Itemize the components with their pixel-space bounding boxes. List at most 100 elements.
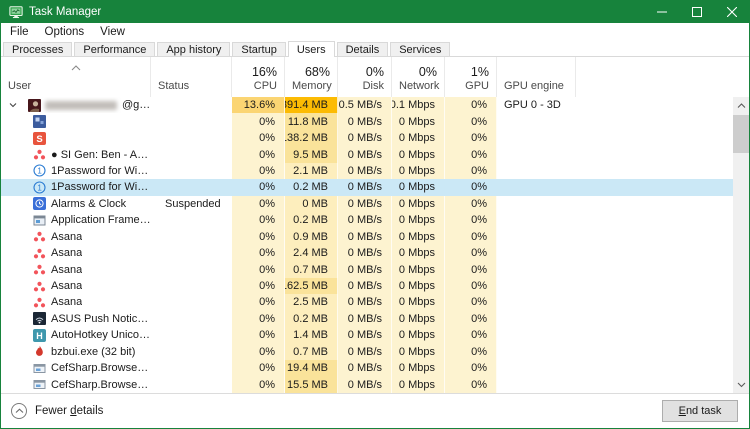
cell-memory: 0 MB: [285, 196, 338, 212]
menu-item-options[interactable]: Options: [37, 23, 93, 41]
table-row[interactable]: 11Password for Windows de...0%0.2 MB0 MB…: [1, 179, 733, 195]
minimize-icon[interactable]: [644, 1, 679, 23]
table-row[interactable]: ASUS Push Notice Server (...0%0.2 MB0 MB…: [1, 311, 733, 327]
table-row[interactable]: Alarms & ClockSuspended0%0 MB0 MB/s0 Mbp…: [1, 196, 733, 212]
cell-network: 0 Mbps: [392, 146, 445, 162]
cell-gpu-engine: [497, 179, 576, 195]
close-icon[interactable]: [714, 1, 749, 23]
cell-filler: [576, 163, 733, 179]
column-header-disk[interactable]: 0%Disk: [338, 57, 392, 97]
column-header-gpu[interactable]: 1%GPU: [445, 57, 497, 97]
cell-memory: 19.4 MB: [285, 360, 338, 376]
cell-filler: [576, 278, 733, 294]
column-label-gpu: GPU: [452, 80, 489, 93]
cell-gpu-engine: [497, 229, 576, 245]
cell-filler: [576, 245, 733, 261]
tab-processes[interactable]: Processes: [3, 42, 72, 56]
tab-services[interactable]: Services: [390, 42, 450, 56]
column-header-cpu[interactable]: 16%CPU: [232, 57, 285, 97]
cell-cpu: 0%: [232, 311, 285, 327]
table-row[interactable]: CefSharp.BrowserSubproc...0%19.4 MB0 MB/…: [1, 360, 733, 376]
cell-cpu: 0%: [232, 261, 285, 277]
cell-status: [151, 344, 232, 360]
tab-performance[interactable]: Performance: [74, 42, 155, 56]
cell-memory: 1.4 MB: [285, 327, 338, 343]
table-row[interactable]: 11Password for Windows de...0%2.1 MB0 MB…: [1, 163, 733, 179]
column-label-user: User: [8, 80, 143, 93]
table-row[interactable]: Asana0%2.5 MB0 MB/s0 Mbps0%: [1, 294, 733, 310]
tab-details[interactable]: Details: [337, 42, 389, 56]
onepassword-icon: 1: [33, 181, 46, 194]
maximize-icon[interactable]: [679, 1, 714, 23]
header-scrollbar-space: [733, 57, 749, 97]
autohotkey-icon: H: [33, 329, 46, 342]
table-row[interactable]: bzbui.exe (32 bit)0%0.7 MB0 MB/s0 Mbps0%: [1, 344, 733, 360]
table-row[interactable]: CefSharp.BrowserSubproc...0%15.5 MB0 MB/…: [1, 376, 733, 392]
cell-gpu: 0%: [445, 294, 497, 310]
tab-startup[interactable]: Startup: [232, 42, 285, 56]
table-row[interactable]: Asana0%2.4 MB0 MB/s0 Mbps0%: [1, 245, 733, 261]
cell-memory: 0.9 MB: [285, 229, 338, 245]
process-name: @gmail.com (...: [122, 99, 151, 111]
cell-memory: 0.2 MB: [285, 311, 338, 327]
tab-bar: ProcessesPerformanceApp historyStartupUs…: [1, 41, 749, 57]
end-task-button[interactable]: End task: [662, 400, 738, 422]
cell-network: 0 Mbps: [392, 179, 445, 195]
sort-ascending-icon: [70, 59, 82, 67]
vertical-scrollbar[interactable]: [733, 97, 749, 393]
cell-cpu: 0%: [232, 163, 285, 179]
cell-user: CefSharp.BrowserSubproc...: [1, 360, 151, 376]
cell-cpu: 0%: [232, 229, 285, 245]
column-header-status[interactable]: Status: [151, 57, 232, 97]
scrollbar-thumb[interactable]: [733, 115, 749, 153]
cell-user: ● SI Gen: Ben - Asana: [1, 146, 151, 162]
cell-gpu-engine: [497, 146, 576, 162]
process-name: Application Frame Host: [51, 214, 151, 226]
column-header-user[interactable]: User: [1, 57, 151, 97]
cell-memory: 0.7 MB: [285, 261, 338, 277]
column-header-memory[interactable]: 68%Memory: [285, 57, 338, 97]
cell-filler: [576, 196, 733, 212]
asana-icon: [33, 148, 46, 161]
cell-network: 0 Mbps: [392, 261, 445, 277]
fewer-details-button[interactable]: Fewer details: [11, 403, 103, 419]
table-row[interactable]: Asana0%0.7 MB0 MB/s0 Mbps0%: [1, 261, 733, 277]
chevron-down-icon[interactable]: [6, 98, 20, 112]
column-header-network[interactable]: 0%Network: [392, 57, 445, 97]
cell-user: ASUS Push Notice Server (...: [1, 311, 151, 327]
scroll-up-icon[interactable]: [733, 97, 749, 114]
cell-status: [151, 278, 232, 294]
cell-disk: 0 MB/s: [338, 146, 392, 162]
table-row[interactable]: S0%138.2 MB0 MB/s0 Mbps0%: [1, 130, 733, 146]
column-header-gpu_engine[interactable]: GPU engine: [497, 57, 576, 97]
table-row[interactable]: Application Frame Host0%0.2 MB0 MB/s0 Mb…: [1, 212, 733, 228]
cell-filler: [576, 97, 733, 113]
table-row[interactable]: @gmail.com (...13.6%4,391.4 MB0.5 MB/s0.…: [1, 97, 733, 113]
cell-user: Asana: [1, 229, 151, 245]
table-row[interactable]: HAutoHotkey Unicode 64-bit0%1.4 MB0 MB/s…: [1, 327, 733, 343]
cell-network: 0 Mbps: [392, 196, 445, 212]
cell-gpu: 0%: [445, 344, 497, 360]
title-bar: Task Manager: [1, 1, 749, 23]
table-row[interactable]: Asana0%0.9 MB0 MB/s0 Mbps0%: [1, 229, 733, 245]
tab-users[interactable]: Users: [288, 41, 335, 57]
cell-gpu-engine: [497, 163, 576, 179]
cell-disk: 0 MB/s: [338, 196, 392, 212]
process-name: AutoHotkey Unicode 64-bit: [51, 329, 151, 341]
menu-item-view[interactable]: View: [92, 23, 133, 41]
fewer-details-label: Fewer details: [35, 405, 103, 417]
blue-app-icon: [33, 115, 46, 128]
table-row[interactable]: Asana0%162.5 MB0 MB/s0 Mbps0%: [1, 278, 733, 294]
scroll-down-icon[interactable]: [733, 376, 749, 393]
table-row[interactable]: 0%11.8 MB0 MB/s0 Mbps0%: [1, 113, 733, 129]
column-label-status: Status: [158, 80, 224, 93]
cell-gpu-engine: [497, 196, 576, 212]
tab-app-history[interactable]: App history: [157, 42, 230, 56]
cell-disk: 0 MB/s: [338, 278, 392, 294]
cell-network: 0 Mbps: [392, 327, 445, 343]
menu-item-file[interactable]: File: [2, 23, 37, 41]
cell-network: 0 Mbps: [392, 360, 445, 376]
cell-status: [151, 163, 232, 179]
cell-network: 0 Mbps: [392, 311, 445, 327]
table-row[interactable]: ● SI Gen: Ben - Asana0%9.5 MB0 MB/s0 Mbp…: [1, 146, 733, 162]
